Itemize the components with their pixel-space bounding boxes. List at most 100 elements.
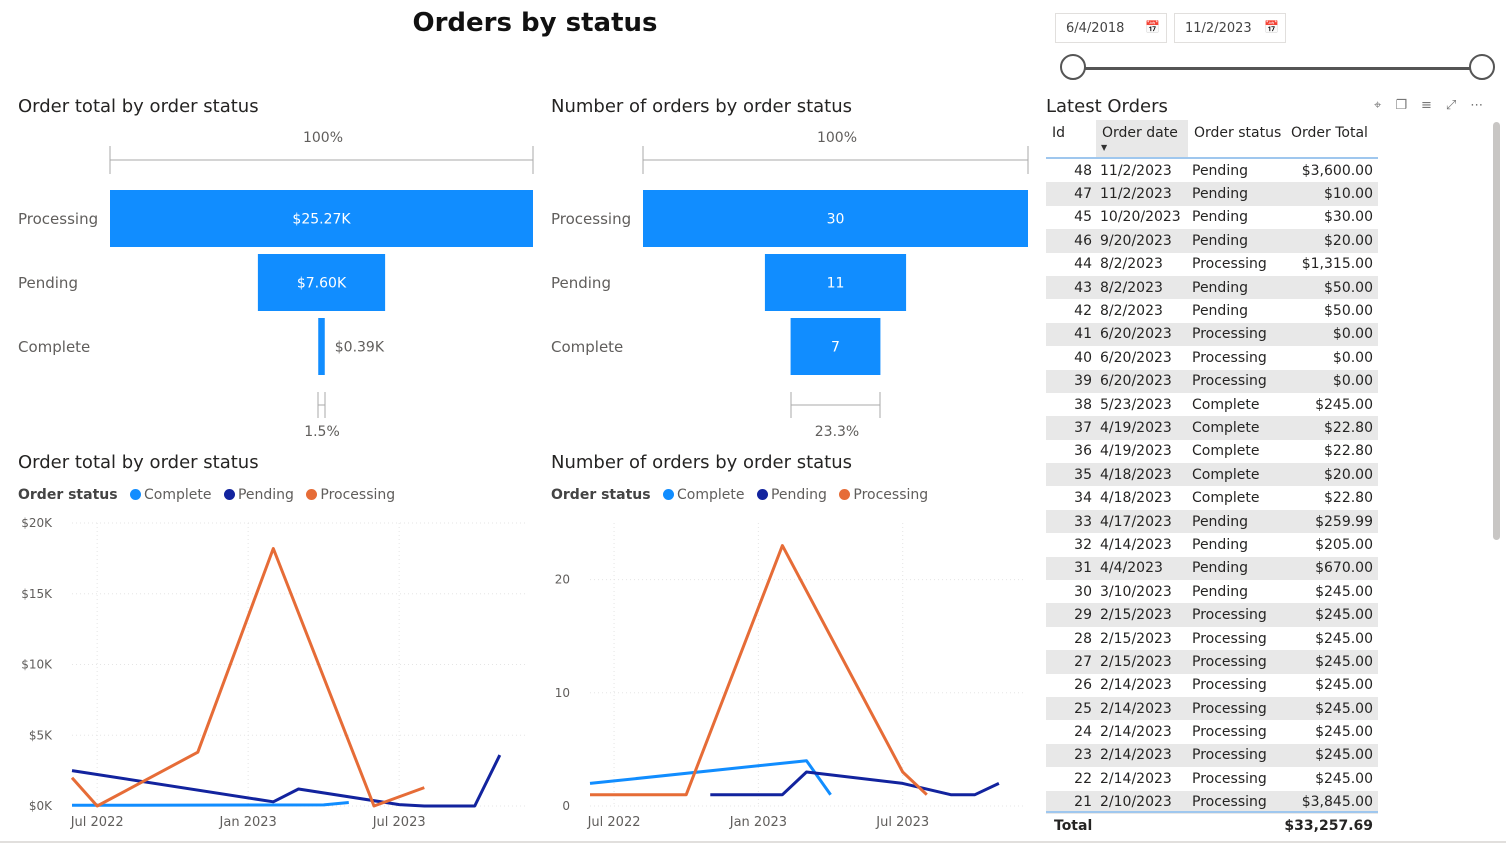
cell-order-date: 3/10/2023 xyxy=(1100,583,1172,600)
table-row[interactable]: 36 4/19/2023 Complete $22.80 xyxy=(1046,440,1378,463)
table-row[interactable]: 26 2/14/2023 Processing $245.00 xyxy=(1046,674,1378,697)
cell-id: 27 xyxy=(1046,650,1096,674)
legend-dot-icon xyxy=(663,489,675,500)
table-row[interactable]: 29 2/15/2023 Processing $245.00 xyxy=(1046,603,1378,627)
line-chart-total[interactable]: $0K $5K $10K $15K $20K Jul 2022 Jan 2023 Jul 20… xyxy=(0,505,535,835)
legend-item[interactable]: Complete xyxy=(144,487,211,503)
cell-order-status: Processing xyxy=(1188,743,1285,768)
cell-order-date: 4/19/2023 xyxy=(1096,416,1188,440)
legend-dot-icon xyxy=(130,489,142,500)
y-tick-label: $0K xyxy=(29,799,53,813)
cell-id: 46 xyxy=(1046,229,1096,253)
table-row[interactable]: 25 2/14/2023 Processing $245.00 xyxy=(1046,696,1378,721)
legend-item[interactable]: Processing xyxy=(320,487,395,503)
table-scrollbar[interactable] xyxy=(1493,122,1500,540)
table-row[interactable]: 47 11/2/2023 Pending $10.00 xyxy=(1046,182,1378,206)
funnel-chart-total[interactable]: 100% Processing Pending Complete $25.27K… xyxy=(0,120,540,445)
table-row[interactable]: 23 2/14/2023 Processing $245.00 xyxy=(1046,743,1378,768)
series-line-processing[interactable] xyxy=(590,544,928,797)
start-slider-handle[interactable] xyxy=(1060,54,1086,80)
focus-mode-icon[interactable]: ⤢ xyxy=(1446,98,1470,113)
calendar-icon[interactable]: 📅 xyxy=(1145,20,1160,34)
table-row[interactable]: 32 4/14/2023 Pending $205.00 xyxy=(1046,533,1378,556)
date-range-slider[interactable] xyxy=(1073,67,1483,70)
cell-order-status: Pending xyxy=(1192,583,1248,600)
line-total-title: Order total by order status xyxy=(18,452,259,473)
table-row[interactable]: 39 6/20/2023 Processing $0.00 xyxy=(1046,369,1378,393)
table-row[interactable]: 46 9/20/2023 Pending $20.00 xyxy=(1046,229,1378,253)
cell-id: 35 xyxy=(1046,463,1096,487)
cell-order-date: 2/14/2023 xyxy=(1096,696,1188,721)
pin-icon[interactable]: ⌖ xyxy=(1374,98,1395,113)
cell-order-total: $245.00 xyxy=(1315,583,1373,600)
legend-item[interactable]: Pending xyxy=(238,487,294,503)
table-row[interactable]: 37 4/19/2023 Complete $22.80 xyxy=(1046,416,1378,440)
cell-order-date: 9/20/2023 xyxy=(1096,229,1188,253)
legend-dot-icon xyxy=(223,489,235,500)
legend-item[interactable]: Pending xyxy=(771,487,827,503)
cell-id: 37 xyxy=(1046,416,1096,440)
column-header-order-date[interactable]: Order date ▼ xyxy=(1096,120,1188,158)
cell-order-date: 2/14/2023 xyxy=(1100,677,1172,694)
table-row[interactable]: 43 8/2/2023 Pending $50.00 xyxy=(1046,275,1378,300)
cell-order-status: Pending xyxy=(1192,162,1248,179)
cell-order-date: 2/14/2023 xyxy=(1096,743,1188,768)
table-row[interactable]: 33 4/17/2023 Pending $259.99 xyxy=(1046,509,1378,534)
line-count-title: Number of orders by order status xyxy=(551,452,853,473)
cell-order-date: 4/18/2023 xyxy=(1100,490,1172,507)
legend-item[interactable]: Complete xyxy=(677,487,744,503)
cell-id: 30 xyxy=(1074,583,1092,600)
table-row[interactable]: 48 11/2/2023 Pending $3,600.00 xyxy=(1046,158,1378,182)
legend-dot-icon xyxy=(756,489,768,500)
table-row[interactable]: 31 4/4/2023 Pending $670.00 xyxy=(1046,556,1378,581)
legend-title: Order status xyxy=(18,487,118,503)
line-chart-count[interactable]: 0 10 20 Jul 2022 Jan 2023 Jul 2023 xyxy=(533,505,1033,835)
end-slider-handle[interactable] xyxy=(1469,54,1495,80)
table-row[interactable]: 41 6/20/2023 Processing $0.00 xyxy=(1046,322,1378,347)
table-row[interactable]: 45 10/20/2023 Pending $30.00 xyxy=(1046,206,1378,229)
legend-title: Order status xyxy=(551,487,651,503)
table-row[interactable]: 27 2/15/2023 Processing $245.00 xyxy=(1046,650,1378,674)
cell-order-status: Processing xyxy=(1188,650,1285,674)
cell-order-date: 8/2/2023 xyxy=(1100,256,1163,273)
copy-icon[interactable]: ❐ xyxy=(1395,98,1421,113)
table-row[interactable]: 35 4/18/2023 Complete $20.00 xyxy=(1046,463,1378,487)
funnel-category-label: Complete xyxy=(551,338,623,356)
table-row[interactable]: 42 8/2/2023 Pending $50.00 xyxy=(1046,299,1378,322)
end-date-input[interactable]: 11/2/2023 📅 xyxy=(1174,13,1286,43)
funnel-chart-count[interactable]: 100% Processing Pending Complete 30 11 7 2… xyxy=(533,120,1043,445)
cell-order-status: Pending xyxy=(1192,209,1248,226)
cell-order-date: 2/15/2023 xyxy=(1096,650,1188,674)
cell-order-total: $50.00 xyxy=(1285,275,1378,300)
calendar-icon[interactable]: 📅 xyxy=(1264,20,1279,34)
page-title: Orders by status xyxy=(412,8,658,38)
column-header-id[interactable]: Id xyxy=(1046,120,1096,158)
cell-order-date: 4/18/2023 xyxy=(1096,463,1188,487)
table-row[interactable]: 30 3/10/2023 Pending $245.00 xyxy=(1046,580,1378,603)
more-options-icon[interactable]: ⋯ xyxy=(1470,98,1497,113)
table-row[interactable]: 34 4/18/2023 Complete $22.80 xyxy=(1046,486,1378,509)
series-line-complete[interactable] xyxy=(71,801,349,807)
cell-id: 23 xyxy=(1046,743,1096,768)
series-line-pending[interactable] xyxy=(710,770,1000,797)
table-row[interactable]: 22 2/14/2023 Processing $245.00 xyxy=(1046,767,1378,790)
table-row[interactable]: 24 2/14/2023 Processing $245.00 xyxy=(1046,720,1378,743)
cell-order-date: 8/2/2023 xyxy=(1100,303,1163,320)
filter-icon[interactable]: ≡ xyxy=(1421,98,1446,113)
legend-item[interactable]: Processing xyxy=(853,487,928,503)
table-row[interactable]: 44 8/2/2023 Processing $1,315.00 xyxy=(1046,253,1378,276)
funnel-bar[interactable] xyxy=(318,318,325,375)
series-line-complete[interactable] xyxy=(589,759,832,796)
cell-order-total: $245.00 xyxy=(1315,630,1373,647)
column-header-order-status[interactable]: Order status xyxy=(1188,120,1285,158)
funnel-bottom-percent: 1.5% xyxy=(304,424,340,440)
cell-order-status: Processing xyxy=(1192,724,1267,741)
column-header-order-total[interactable]: Order Total xyxy=(1285,120,1378,158)
table-row[interactable]: 38 5/23/2023 Complete $245.00 xyxy=(1046,393,1378,416)
table-row[interactable]: 40 6/20/2023 Processing $0.00 xyxy=(1046,346,1378,369)
series-line-pending[interactable] xyxy=(71,754,502,808)
x-tick-label: Jul 2023 xyxy=(372,815,426,830)
table-row[interactable]: 28 2/15/2023 Processing $245.00 xyxy=(1046,627,1378,650)
funnel-top-percent: 100% xyxy=(817,130,857,146)
start-date-input[interactable]: 6/4/2018 📅 xyxy=(1055,13,1167,43)
